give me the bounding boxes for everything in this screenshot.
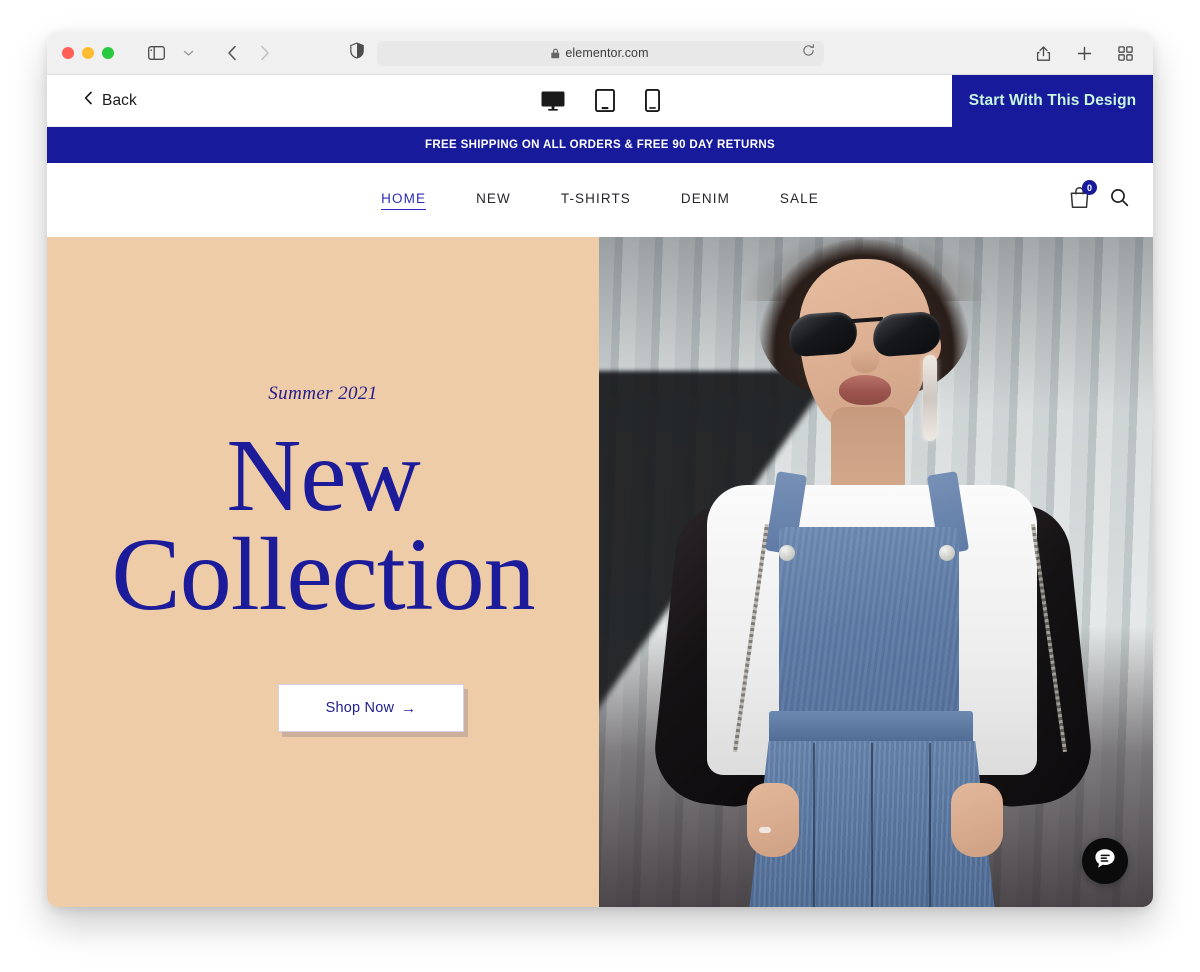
tab-overview-icon[interactable] [1110, 40, 1140, 66]
back-button[interactable]: Back [84, 91, 137, 110]
nav-item-t-shirts[interactable]: T-SHIRTS [561, 191, 631, 209]
header-actions: 0 [1069, 180, 1129, 214]
browser-chrome: elementor.com [47, 32, 1153, 75]
hero-title-line-1: New [226, 418, 420, 533]
sunglass-lens-right [871, 310, 943, 358]
model-sunglasses [787, 310, 943, 358]
site-header: HOME NEW T-SHIRTS DENIM SALE 0 [47, 163, 1153, 237]
plus-icon[interactable] [1069, 40, 1099, 66]
hero-text-block: Summer 2021 New Collection [47, 383, 599, 632]
sidebar-toggle-icon[interactable] [141, 40, 171, 66]
close-window-button[interactable] [62, 47, 74, 59]
hero-title-line-2: Collection [111, 516, 535, 632]
search-icon[interactable] [1110, 188, 1129, 212]
model-lips [839, 375, 891, 405]
browser-toolbar-actions [1028, 40, 1140, 66]
privacy-shield-icon[interactable] [350, 42, 364, 64]
chevron-left-icon [84, 91, 93, 110]
nav-item-home[interactable]: HOME [381, 191, 427, 210]
sunglass-lens-left [787, 310, 859, 358]
shopping-bag-icon [1069, 186, 1090, 213]
nav-item-new[interactable]: NEW [476, 191, 511, 209]
main-navigation: HOME NEW T-SHIRTS DENIM SALE [47, 191, 1153, 210]
model-neck [831, 407, 905, 497]
screenshot-root: elementor.com Back Start With This Desig… [0, 0, 1200, 972]
chat-bubble-icon [1092, 846, 1118, 877]
hero-photo-model [599, 237, 1153, 907]
browser-window: elementor.com Back Start With This Desig… [47, 32, 1153, 907]
reload-icon[interactable] [802, 44, 815, 62]
zoom-window-button[interactable] [102, 47, 114, 59]
denim-seam [929, 743, 931, 907]
shop-now-button[interactable]: Shop Now → [278, 684, 464, 732]
overall-button-left [779, 545, 795, 561]
hero-eyebrow: Summer 2021 [268, 383, 378, 404]
nav-item-sale[interactable]: SALE [780, 191, 819, 209]
url-text: elementor.com [565, 46, 649, 60]
nav-forward-icon[interactable] [249, 40, 279, 66]
model-hand-right [951, 783, 1003, 857]
cart-count-badge: 0 [1082, 180, 1097, 195]
url-bar[interactable]: elementor.com [376, 40, 824, 66]
chevron-down-icon[interactable] [173, 40, 203, 66]
hero-section: Summer 2021 New Collection Shop Now → [47, 237, 1153, 907]
mobile-preview-icon[interactable] [644, 89, 660, 112]
denim-seam [871, 743, 873, 907]
browser-nav-controls [141, 40, 279, 66]
cart-button[interactable]: 0 [1069, 180, 1097, 214]
denim-seam [813, 743, 815, 907]
lock-icon [551, 48, 560, 59]
overall-waistband [769, 711, 973, 743]
chat-widget-button[interactable] [1082, 838, 1128, 884]
window-traffic-lights [62, 47, 114, 59]
minimize-window-button[interactable] [82, 47, 94, 59]
arrow-right-icon: → [401, 699, 417, 717]
model-hand-left [747, 783, 799, 857]
nav-item-denim[interactable]: DENIM [681, 191, 730, 209]
nav-back-icon[interactable] [217, 40, 247, 66]
model-earring [923, 355, 937, 441]
hero-image [599, 237, 1153, 907]
model-ring [759, 827, 771, 833]
tablet-preview-icon[interactable] [594, 89, 615, 112]
elementor-preview-bar: Back Start With This Design [47, 75, 1153, 127]
shop-now-label: Shop Now [325, 700, 395, 716]
announcement-bar: FREE SHIPPING ON ALL ORDERS & FREE 90 DA… [47, 127, 1153, 163]
overall-bib [779, 527, 959, 717]
start-with-this-design-button[interactable]: Start With This Design [952, 75, 1153, 127]
back-button-label: Back [102, 91, 137, 109]
share-icon[interactable] [1028, 40, 1058, 66]
overall-button-right [939, 545, 955, 561]
desktop-preview-icon[interactable] [541, 91, 565, 111]
website-preview: FREE SHIPPING ON ALL ORDERS & FREE 90 DA… [47, 127, 1153, 907]
hero-copy-panel: Summer 2021 New Collection Shop Now → [47, 237, 599, 907]
